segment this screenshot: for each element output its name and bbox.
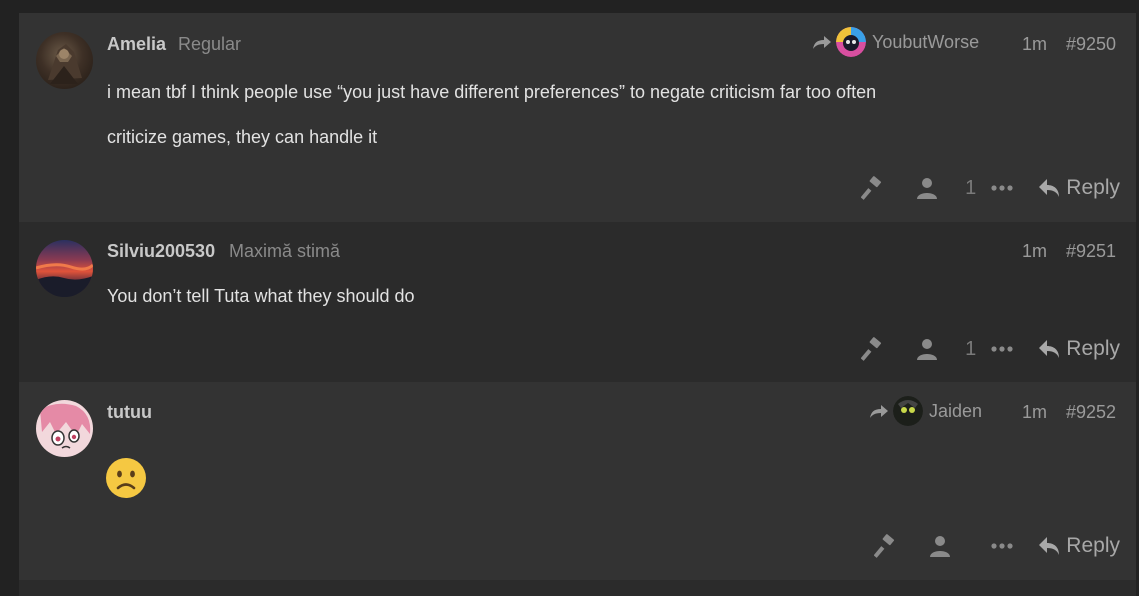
- reply-to-avatar: [893, 396, 923, 426]
- reply-label: Reply: [1066, 176, 1120, 199]
- post-time[interactable]: 1m: [1022, 34, 1047, 55]
- gavel-icon[interactable]: [861, 337, 885, 361]
- reply-arrow-icon: [1039, 179, 1060, 197]
- post-number[interactable]: #9252: [1066, 402, 1116, 423]
- reply-arrow-icon: [1039, 340, 1060, 358]
- ellipsis-icon[interactable]: [990, 534, 1014, 558]
- post-time[interactable]: 1m: [1022, 241, 1047, 262]
- post-9250: Amelia Regular YoubutWorse 1m #9250 i me…: [19, 13, 1136, 222]
- next-post-edge: [19, 580, 1136, 596]
- user-icon[interactable]: [928, 534, 952, 558]
- like-count[interactable]: 1: [965, 177, 976, 200]
- reply-arrow-icon: [1039, 537, 1060, 555]
- post-number[interactable]: #9250: [1066, 34, 1116, 55]
- avatar-art: [36, 263, 93, 297]
- slightly-frowning-face-emoji: [106, 458, 146, 498]
- reply-to-tab[interactable]: YoubutWorse: [812, 27, 979, 57]
- post-9251: Silviu200530 Maximă stimă 1m #9251 You d…: [19, 222, 1136, 382]
- ellipsis-icon[interactable]: [990, 337, 1014, 361]
- post-paragraph: criticize games, they can handle it: [107, 127, 378, 147]
- post-actions: 1 Reply: [861, 176, 1120, 200]
- reply-to-username: Jaiden: [929, 400, 983, 421]
- gavel-icon[interactable]: [861, 176, 885, 200]
- reply-to-avatar: [836, 27, 866, 57]
- avatar[interactable]: [36, 240, 93, 297]
- user-icon[interactable]: [915, 176, 939, 200]
- reply-to-username: YoubutWorse: [872, 31, 980, 52]
- avatar-art: [48, 44, 82, 84]
- avatar[interactable]: [36, 400, 93, 457]
- reply-button[interactable]: Reply: [1038, 176, 1120, 200]
- avatar[interactable]: [36, 32, 93, 89]
- ellipsis-icon[interactable]: [990, 176, 1014, 200]
- user-title: Regular: [178, 34, 242, 54]
- post-actions: Reply: [874, 534, 1120, 558]
- post-9252: tutuu Jaiden 1m #9252 Reply: [19, 382, 1136, 580]
- post-paragraph: i mean tbf I think people use “you just …: [107, 82, 877, 102]
- reply-arrow-icon: [870, 405, 888, 418]
- post-number[interactable]: #9251: [1066, 241, 1116, 262]
- avatar-art: [40, 403, 91, 449]
- user-icon[interactable]: [915, 337, 939, 361]
- post-actions: 1 Reply: [861, 337, 1120, 361]
- reply-button[interactable]: Reply: [1038, 534, 1120, 558]
- username[interactable]: Silviu200530: [107, 241, 215, 262]
- reply-label: Reply: [1066, 534, 1120, 557]
- username[interactable]: Amelia: [107, 34, 166, 55]
- reply-label: Reply: [1066, 337, 1120, 360]
- post-time[interactable]: 1m: [1022, 402, 1047, 423]
- like-count[interactable]: 1: [965, 338, 976, 361]
- post-paragraph: You don’t tell Tuta what they should do: [107, 286, 415, 306]
- reply-button[interactable]: Reply: [1038, 337, 1120, 361]
- top-strip: [0, 0, 1139, 13]
- user-title: Maximă stimă: [229, 241, 341, 261]
- gavel-icon[interactable]: [874, 534, 898, 558]
- reply-to-tab[interactable]: Jaiden: [869, 396, 982, 426]
- username[interactable]: tutuu: [107, 402, 152, 423]
- reply-arrow-icon: [813, 36, 831, 49]
